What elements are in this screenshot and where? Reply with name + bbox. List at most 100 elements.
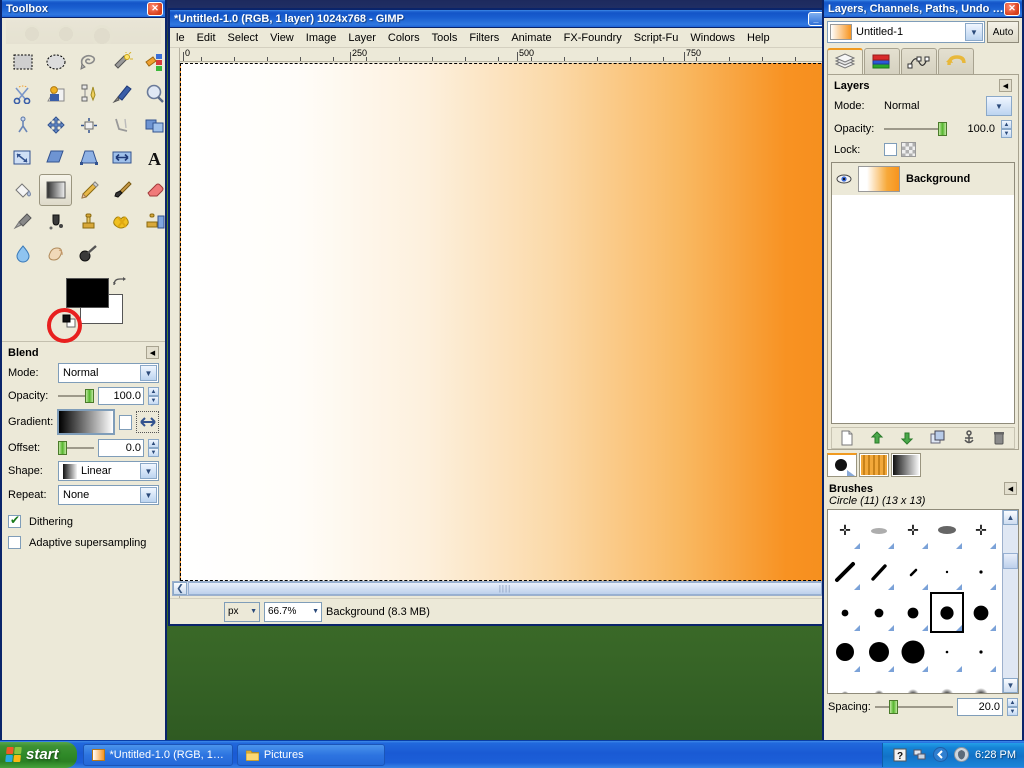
list-item[interactable] [930, 633, 964, 674]
slider-knob[interactable] [58, 441, 67, 455]
layers-panel-collapse-button[interactable]: ◀ [999, 79, 1012, 92]
layer-mode-dropdown-button[interactable]: ▼ [986, 96, 1012, 116]
list-item[interactable] [964, 674, 998, 693]
tab-undo[interactable] [938, 48, 974, 74]
blend-mode-select[interactable]: Normal ▼ [58, 363, 159, 383]
measure-tool[interactable] [6, 110, 39, 142]
lower-layer-button[interactable] [900, 430, 914, 446]
list-item[interactable]: ✛ [896, 510, 930, 551]
slider-knob[interactable] [938, 122, 947, 136]
gradient-preview[interactable] [57, 409, 115, 435]
blend-opacity-slider[interactable] [58, 389, 94, 403]
list-item[interactable]: ✛ [964, 510, 998, 551]
slider-knob[interactable] [85, 389, 94, 403]
dithering-checkbox[interactable] [8, 513, 21, 528]
menu-animate[interactable]: Animate [505, 30, 557, 46]
image-selector[interactable]: Untitled-1 ▼ [827, 21, 985, 43]
menu-select[interactable]: Select [222, 30, 265, 46]
layer-opacity-stepper[interactable]: ▲ ▼ [1001, 120, 1012, 138]
list-item[interactable] [828, 633, 862, 674]
swap-colors-icon[interactable] [112, 276, 126, 290]
shield-tray-icon[interactable] [954, 747, 970, 762]
menu-colors[interactable]: Colors [382, 30, 426, 46]
tab-layers[interactable] [827, 48, 863, 74]
taskbar-item-pictures[interactable]: Pictures [236, 743, 385, 766]
menu-windows[interactable]: Windows [684, 30, 741, 46]
brush-grid[interactable]: ✛ ✛ ✛ ▲ ▼ [827, 509, 1019, 694]
brush-spacing-slider[interactable] [874, 700, 953, 714]
list-item[interactable] [964, 551, 998, 592]
menu-filters[interactable]: Filters [463, 30, 505, 46]
zoom-select[interactable]: 66.7% ▼ [264, 601, 322, 622]
align-tool[interactable] [72, 110, 105, 142]
list-item[interactable] [896, 592, 930, 633]
menu-help[interactable]: Help [741, 30, 776, 46]
perspective-tool[interactable] [72, 142, 105, 174]
gradient-reverse-button[interactable] [136, 411, 159, 433]
scroll-up-icon[interactable]: ▲ [1003, 510, 1018, 525]
horizontal-scrollbar[interactable]: ❮ |||| [172, 581, 824, 596]
blend-tool[interactable] [39, 174, 72, 206]
list-item[interactable]: ✛ [828, 510, 862, 551]
list-item[interactable] [862, 633, 896, 674]
blend-offset-stepper[interactable]: ▲ ▼ [148, 439, 159, 457]
menu-view[interactable]: View [264, 30, 300, 46]
list-item-selected[interactable] [930, 592, 964, 633]
list-item[interactable] [828, 674, 862, 693]
list-item[interactable] [828, 551, 862, 592]
vertical-ruler[interactable] [170, 48, 180, 624]
delete-layer-button[interactable] [992, 430, 1006, 446]
free-select-tool[interactable] [72, 46, 105, 78]
list-item[interactable] [896, 551, 930, 592]
list-item[interactable] [862, 510, 896, 551]
menu-fx-foundry[interactable]: FX-Foundry [558, 30, 628, 46]
duplicate-layer-button[interactable] [930, 430, 946, 446]
select-by-color-tool[interactable] [138, 46, 171, 78]
scale-tool[interactable] [6, 142, 39, 174]
menu-script-fu[interactable]: Script-Fu [628, 30, 685, 46]
start-button[interactable]: start [0, 741, 77, 768]
toolbox-close-button[interactable]: ✕ [147, 1, 163, 16]
dock-close-button[interactable]: ✕ [1004, 1, 1020, 16]
layer-list[interactable]: Background [831, 162, 1015, 424]
menu-image[interactable]: Image [300, 30, 343, 46]
shear-tool[interactable] [39, 142, 72, 174]
crop-tool[interactable] [105, 110, 138, 142]
list-item[interactable] [896, 633, 930, 674]
scroll-down-icon[interactable]: ▼ [1003, 678, 1018, 693]
zoom-tool[interactable] [138, 78, 171, 110]
tab-brushes[interactable] [827, 453, 857, 477]
flip-tool[interactable] [105, 142, 138, 174]
tab-patterns[interactable] [859, 453, 889, 477]
list-item[interactable] [930, 674, 964, 693]
blend-opacity-stepper[interactable]: ▲ ▼ [148, 387, 159, 405]
table-row[interactable]: Background [832, 163, 1014, 195]
list-item[interactable] [930, 551, 964, 592]
lock-pixels-icon[interactable] [901, 142, 916, 157]
brushes-panel-collapse-button[interactable]: ◀ [1004, 482, 1017, 495]
ellipse-select-tool[interactable] [39, 46, 72, 78]
layer-opacity-slider[interactable] [884, 122, 947, 136]
clone-tool[interactable] [72, 206, 105, 238]
list-item[interactable] [964, 633, 998, 674]
blend-offset-value[interactable]: 0.0 [98, 439, 144, 457]
chevron-left-icon[interactable] [933, 747, 949, 762]
heal-tool[interactable] [105, 206, 138, 238]
blur-sharpen-tool[interactable] [6, 238, 39, 270]
blend-repeat-select[interactable]: None ▼ [58, 485, 159, 505]
blend-offset-slider[interactable] [58, 441, 94, 455]
color-picker-tool[interactable] [105, 78, 138, 110]
menu-edit[interactable]: Edit [191, 30, 222, 46]
perspective-clone-tool[interactable] [138, 206, 171, 238]
list-item[interactable] [896, 674, 930, 693]
menu-file[interactable]: le [170, 30, 191, 46]
tab-paths[interactable] [901, 48, 937, 74]
scissors-select-tool[interactable] [6, 78, 39, 110]
foreground-color-swatch[interactable] [66, 278, 109, 308]
fuzzy-select-tool[interactable] [105, 46, 138, 78]
list-item[interactable] [862, 551, 896, 592]
rotate-tool[interactable] [138, 110, 171, 142]
layer-opacity-value[interactable]: 100.0 [951, 120, 997, 138]
smudge-tool[interactable] [39, 238, 72, 270]
brush-spacing-stepper[interactable]: ▲ ▼ [1007, 698, 1018, 716]
